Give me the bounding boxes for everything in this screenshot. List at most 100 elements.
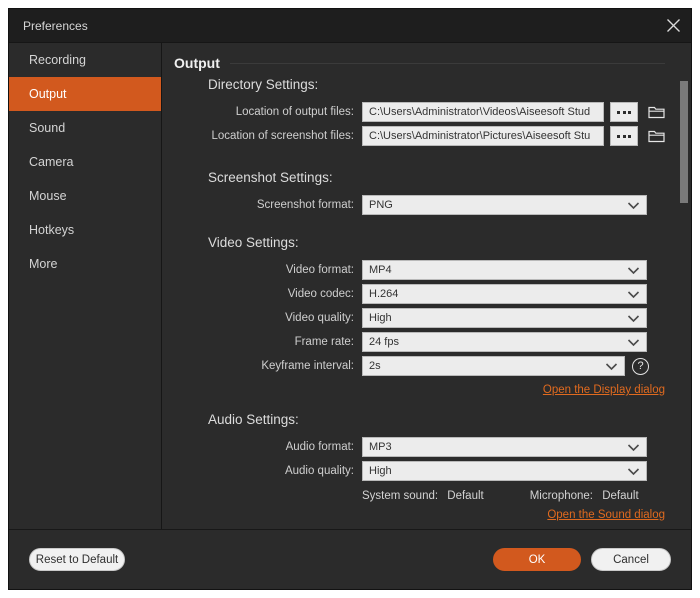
screenshot-format-value: PNG xyxy=(369,199,393,211)
dot xyxy=(628,110,631,114)
window-title: Preferences xyxy=(23,18,88,33)
video-settings-heading: Video Settings: xyxy=(208,235,299,250)
dot xyxy=(617,110,620,114)
dot xyxy=(628,134,631,138)
screenshot-format-select[interactable]: PNG xyxy=(362,195,647,215)
directory-settings-heading: Directory Settings: xyxy=(208,77,319,92)
sidebar-item-hotkeys[interactable]: Hotkeys xyxy=(9,213,161,247)
window-titlebar: Preferences xyxy=(9,9,691,42)
screenshot-location-browse-button[interactable] xyxy=(610,126,638,146)
video-format-label: Video format: xyxy=(285,264,354,276)
output-location-label: Location of output files: xyxy=(235,106,354,118)
row-keyframe-interval: Keyframe interval: 2s ? xyxy=(162,356,691,376)
audio-quality-select[interactable]: High xyxy=(362,461,647,481)
header-divider xyxy=(229,62,665,64)
output-location-browse-button[interactable] xyxy=(610,102,638,122)
chevron-down-icon xyxy=(627,338,640,346)
video-format-select[interactable]: MP4 xyxy=(362,260,647,280)
row-video-codec: Video codec: H.264 xyxy=(162,284,691,304)
chevron-down-icon xyxy=(627,201,640,209)
row-frame-rate: Frame rate: 24 fps xyxy=(162,332,691,352)
screenshot-format-label: Screenshot format: xyxy=(256,199,354,211)
sidebar-item-recording[interactable]: Recording xyxy=(9,43,161,77)
microphone-label: Microphone: xyxy=(529,490,594,502)
sidebar-item-label: Hotkeys xyxy=(29,223,75,237)
video-codec-label: Video codec: xyxy=(287,288,354,300)
sidebar-item-label: Mouse xyxy=(29,189,67,203)
content-panel: Output Directory Settings: Location of o… xyxy=(162,43,691,529)
audio-settings-heading: Audio Settings: xyxy=(208,412,299,427)
microphone-value: Default xyxy=(602,490,639,502)
open-sound-dialog-link[interactable]: Open the Sound dialog xyxy=(547,509,665,521)
chevron-down-icon xyxy=(627,443,640,451)
keyframe-interval-value: 2s xyxy=(369,360,381,372)
keyframe-interval-label: Keyframe interval: xyxy=(261,360,354,372)
video-codec-value: H.264 xyxy=(369,288,399,300)
display-dialog-link-row: Open the Display dialog xyxy=(162,384,691,396)
dot xyxy=(622,134,626,138)
page-title: Output xyxy=(174,55,220,71)
frame-rate-select[interactable]: 24 fps xyxy=(362,332,647,352)
system-sound-info: System sound: Default xyxy=(362,490,484,502)
row-video-quality: Video quality: High xyxy=(162,308,691,328)
chevron-down-icon xyxy=(627,266,640,274)
video-codec-select[interactable]: H.264 xyxy=(362,284,647,304)
video-quality-label: Video quality: xyxy=(285,312,354,324)
audio-format-select[interactable]: MP3 xyxy=(362,437,647,457)
scrollbar-thumb[interactable] xyxy=(680,81,688,203)
sidebar: Recording Output Sound Camera Mouse Hotk… xyxy=(9,43,162,529)
audio-format-value: MP3 xyxy=(369,441,392,453)
close-icon[interactable] xyxy=(659,12,687,38)
system-sound-value: Default xyxy=(447,490,484,502)
keyframe-help-icon[interactable]: ? xyxy=(632,357,649,375)
row-output-location: Location of output files: C:\Users\Admin… xyxy=(162,102,691,122)
audio-quality-value: High xyxy=(369,465,392,477)
row-video-format: Video format: MP4 xyxy=(162,260,691,280)
row-audio-format: Audio format: MP3 xyxy=(162,437,691,457)
preferences-window: Preferences Recording Output Sound Camer… xyxy=(8,8,692,590)
audio-quality-label: Audio quality: xyxy=(284,465,354,477)
cancel-button[interactable]: Cancel xyxy=(591,548,671,571)
output-location-input[interactable]: C:\Users\Administrator\Videos\Aiseesoft … xyxy=(362,102,604,122)
row-screenshot-location: Location of screenshot files: C:\Users\A… xyxy=(162,126,691,146)
row-screenshot-format: Screenshot format: PNG xyxy=(162,195,691,215)
output-location-folder-icon[interactable] xyxy=(645,102,667,122)
chevron-down-icon xyxy=(627,467,640,475)
sidebar-item-label: Output xyxy=(29,87,67,101)
frame-rate-label: Frame rate: xyxy=(294,336,354,348)
sidebar-item-camera[interactable]: Camera xyxy=(9,145,161,179)
content-scrollbar[interactable] xyxy=(680,81,688,525)
open-display-dialog-link[interactable]: Open the Display dialog xyxy=(543,384,665,396)
frame-rate-value: 24 fps xyxy=(369,336,399,348)
sidebar-item-label: Sound xyxy=(29,121,66,135)
reset-to-default-button[interactable]: Reset to Default xyxy=(29,548,125,571)
settings-scroll-area: Directory Settings: Location of output f… xyxy=(162,77,691,529)
chevron-down-icon xyxy=(627,314,640,322)
keyframe-interval-select[interactable]: 2s xyxy=(362,356,625,376)
screenshot-location-input[interactable]: C:\Users\Administrator\Pictures\Aiseesof… xyxy=(362,126,604,146)
sound-dialog-link-row: Open the Sound dialog xyxy=(162,509,691,521)
system-sound-label: System sound: xyxy=(362,490,439,502)
sidebar-item-label: More xyxy=(29,257,58,271)
screenshot-location-folder-icon[interactable] xyxy=(645,126,667,146)
video-quality-select[interactable]: High xyxy=(362,308,647,328)
sidebar-item-label: Camera xyxy=(29,155,74,169)
screenshot-location-label: Location of screenshot files: xyxy=(211,130,354,142)
chevron-down-icon xyxy=(627,290,640,298)
chevron-down-icon xyxy=(605,362,618,370)
window-body: Recording Output Sound Camera Mouse Hotk… xyxy=(9,42,691,529)
dialog-footer: Reset to Default OK Cancel xyxy=(9,529,691,589)
page-header: Output xyxy=(174,55,665,71)
microphone-info: Microphone: Default xyxy=(530,490,639,502)
sidebar-item-output[interactable]: Output xyxy=(9,77,161,111)
video-quality-value: High xyxy=(369,312,392,324)
sidebar-item-label: Recording xyxy=(29,53,86,67)
ok-button[interactable]: OK xyxy=(493,548,581,571)
sidebar-item-sound[interactable]: Sound xyxy=(9,111,161,145)
audio-format-label: Audio format: xyxy=(285,441,354,453)
dot xyxy=(617,134,620,138)
sidebar-item-more[interactable]: More xyxy=(9,247,161,281)
screenshot-settings-heading: Screenshot Settings: xyxy=(208,170,333,185)
sidebar-item-mouse[interactable]: Mouse xyxy=(9,179,161,213)
dot xyxy=(622,110,626,114)
